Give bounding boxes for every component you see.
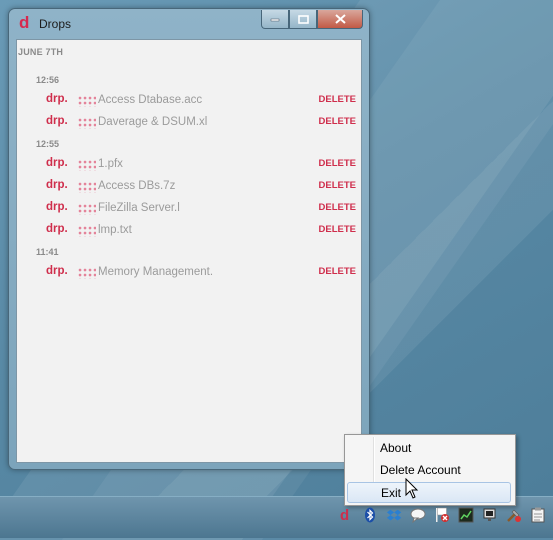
drop-filename: lmp.txt	[98, 224, 132, 236]
drop-filename: Daverage & DSUM.xl	[98, 116, 208, 128]
drop-link-prefix[interactable]: drp.	[46, 115, 68, 127]
tools-icon[interactable]	[506, 507, 522, 523]
drop-filename: Access DBs.7z	[98, 180, 176, 192]
chat-icon[interactable]	[410, 507, 426, 523]
drop-link-prefix[interactable]: drp.	[46, 157, 68, 169]
minimize-button[interactable]	[261, 10, 289, 29]
drop-row: drp. Memory Management. DELETE	[46, 265, 356, 281]
drop-row: drp. Access DBs.7z DELETE	[46, 179, 356, 195]
window-title: Drops	[39, 17, 72, 31]
drop-filename: FileZilla Server.l	[98, 202, 180, 214]
drop-link-prefix[interactable]: drp.	[46, 93, 68, 105]
drops-logo-icon: d	[19, 13, 30, 32]
tools-glyph	[507, 509, 521, 522]
drops-tray-glyph: d	[340, 507, 349, 523]
drop-row: drp. lmp.txt DELETE	[46, 223, 356, 239]
drop-row: drp. FileZilla Server.l DELETE	[46, 201, 356, 217]
drop-row: drp. Daverage & DSUM.xl DELETE	[46, 115, 356, 131]
drop-row: drp. 1.pfx DELETE	[46, 157, 356, 173]
bluetooth-glyph	[365, 507, 375, 523]
monitor-icon[interactable]	[482, 507, 498, 523]
close-icon	[334, 14, 346, 24]
chat-glyph	[410, 508, 426, 523]
redacted-id	[77, 267, 96, 279]
drop-filename: Access Dtabase.acc	[98, 94, 203, 106]
menu-item-delete-account[interactable]: Delete Account	[347, 460, 511, 480]
drop-row: drp. Access Dtabase.acc DELETE	[46, 93, 356, 109]
menu-item-label: Delete Account	[380, 463, 461, 477]
drops-window: d Drops	[8, 8, 370, 470]
clipboard-icon[interactable]	[530, 507, 546, 523]
tray-context-menu: About Delete Account Exit	[344, 434, 516, 506]
drops-icon[interactable]: d	[337, 507, 353, 523]
redacted-id	[77, 203, 96, 215]
maximize-button[interactable]	[289, 10, 317, 29]
drop-filename: 1.pfx	[98, 158, 123, 170]
date-header: JUNE 7TH	[18, 47, 64, 57]
bluetooth-icon[interactable]	[362, 507, 378, 523]
drop-link-prefix[interactable]: drp.	[46, 223, 68, 235]
menu-item-label: About	[380, 441, 412, 455]
redacted-id	[77, 159, 96, 171]
flag-icon[interactable]	[434, 507, 450, 523]
mouse-cursor-icon	[405, 478, 419, 499]
redacted-id	[77, 117, 96, 129]
flag-glyph	[436, 507, 449, 522]
minimize-icon	[270, 18, 280, 22]
redacted-id	[77, 181, 96, 193]
delete-button[interactable]: DELETE	[319, 266, 356, 277]
dropbox-glyph	[386, 509, 402, 521]
dropbox-icon[interactable]	[386, 507, 402, 523]
clipboard-glyph	[531, 507, 545, 523]
monitor-glyph	[483, 508, 496, 521]
delete-button[interactable]: DELETE	[319, 224, 356, 235]
drop-link-prefix[interactable]: drp.	[46, 265, 68, 277]
delete-button[interactable]: DELETE	[319, 180, 356, 191]
drop-filename: Memory Management.	[98, 266, 214, 278]
delete-button[interactable]: DELETE	[319, 202, 356, 213]
delete-button[interactable]: DELETE	[319, 158, 356, 169]
network-icon[interactable]	[458, 507, 474, 523]
time-header: 12:56	[36, 75, 60, 85]
close-button[interactable]	[317, 10, 363, 29]
menu-item-exit[interactable]: Exit	[347, 482, 511, 503]
delete-button[interactable]: DELETE	[319, 94, 356, 105]
svg-text:d: d	[340, 507, 349, 523]
drop-link-prefix[interactable]: drp.	[46, 201, 68, 213]
delete-button[interactable]: DELETE	[319, 116, 356, 127]
menu-item-label: Exit	[381, 486, 402, 500]
menu-item-about[interactable]: About	[347, 438, 511, 458]
title-bar[interactable]: d Drops	[9, 9, 369, 39]
network-glyph	[458, 507, 474, 523]
time-header: 11:41	[36, 247, 59, 257]
time-header: 12:55	[36, 139, 60, 149]
drop-link-prefix[interactable]: drp.	[46, 179, 68, 191]
maximize-icon	[297, 14, 309, 24]
window-controls	[261, 10, 363, 30]
redacted-id	[77, 95, 96, 107]
redacted-id	[77, 225, 96, 237]
